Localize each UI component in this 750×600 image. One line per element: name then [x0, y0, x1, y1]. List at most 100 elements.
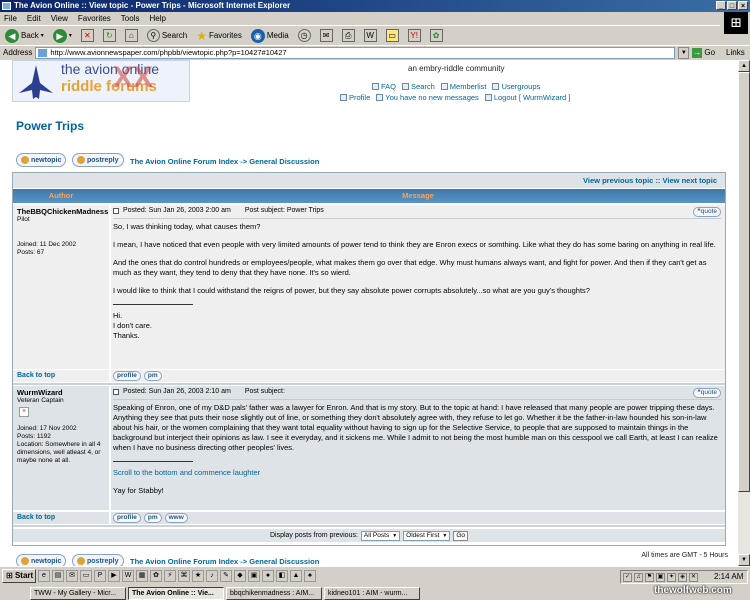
- app-icon[interactable]: ◧: [276, 570, 288, 582]
- post-1-back-to-top[interactable]: Back to top: [13, 370, 109, 382]
- app-icon[interactable]: ◆: [234, 570, 246, 582]
- nav-messages[interactable]: You have no new messages: [376, 93, 479, 102]
- app-icon[interactable]: ♪: [206, 570, 218, 582]
- start-button[interactable]: ⊞ Start: [2, 569, 36, 583]
- tray-icon[interactable]: ◈: [678, 572, 687, 582]
- back-button[interactable]: ◀ Back ▾: [3, 27, 46, 45]
- mail-button[interactable]: ✉: [318, 27, 335, 45]
- post-reply-button[interactable]: postreply: [72, 153, 124, 167]
- scroll-down-icon[interactable]: ▼: [738, 554, 750, 566]
- app-icon[interactable]: ✎: [220, 570, 232, 582]
- app-icon[interactable]: ●: [262, 570, 274, 582]
- address-dropdown-button[interactable]: ▼: [678, 46, 690, 59]
- winamp-icon[interactable]: ⚡: [164, 570, 176, 582]
- post-1-profile-button[interactable]: profile: [113, 371, 141, 381]
- scroll-thumb[interactable]: [738, 72, 750, 492]
- print-button[interactable]: ⎙: [340, 27, 357, 45]
- post-2-quote-button[interactable]: ❝quote: [693, 388, 721, 398]
- mail-icon[interactable]: ✉: [66, 570, 78, 582]
- go-button[interactable]: → Go: [692, 47, 715, 58]
- app-icon[interactable]: ▲: [290, 570, 302, 582]
- post-2-header: Posted: Sun Jan 26, 2003 2:10 am Post su…: [113, 388, 285, 395]
- view-next-topic-link[interactable]: View next topic: [663, 176, 717, 185]
- post-2-signature-link[interactable]: Scroll to the bottom and commence laught…: [113, 468, 719, 478]
- search-button[interactable]: ⚲ Search: [145, 27, 189, 45]
- maximize-button[interactable]: □: [727, 1, 737, 10]
- network-icon[interactable]: ⌘: [178, 570, 190, 582]
- minimize-button[interactable]: _: [716, 1, 726, 10]
- refresh-button[interactable]: ↻: [101, 27, 118, 45]
- post-2-pm-button[interactable]: pm: [143, 513, 162, 523]
- media-icon[interactable]: ▶: [108, 570, 120, 582]
- post-2-www-button[interactable]: www: [164, 513, 188, 523]
- aim-icon[interactable]: ✿: [150, 570, 162, 582]
- menu-view[interactable]: View: [51, 14, 68, 23]
- menu-file[interactable]: File: [4, 14, 17, 23]
- task-button[interactable]: bbqchikenmadness : AIM...: [226, 587, 322, 600]
- breadcrumb-forum[interactable]: General Discussion: [249, 557, 319, 566]
- logout-icon: [484, 94, 492, 101]
- tray-icon[interactable]: ♫: [634, 572, 643, 582]
- nav-memberlist[interactable]: Memberlist: [440, 82, 486, 91]
- display-order-select[interactable]: Oldest First ▼: [403, 530, 451, 541]
- nav-search[interactable]: Search: [402, 82, 435, 91]
- task-button[interactable]: kidneo101 : AIM - wurm...: [324, 587, 420, 600]
- menu-favorites[interactable]: Favorites: [78, 14, 111, 23]
- new-topic-button-bottom[interactable]: newtopic: [16, 554, 67, 566]
- nav-faq[interactable]: FAQ: [372, 82, 396, 91]
- tray-icon[interactable]: ✓: [623, 572, 632, 582]
- browser-toolbar: ◀ Back ▾ ▶ ▾ ✕ ↻ ⌂ ⚲ Search ★ Favorites ◉ Medi…: [0, 25, 720, 45]
- app-icon[interactable]: ▣: [248, 570, 260, 582]
- photoshop-icon[interactable]: P: [94, 570, 106, 582]
- post-2-profile-button[interactable]: profile: [113, 513, 141, 523]
- breadcrumb-index[interactable]: The Avion Online Forum Index: [130, 157, 238, 166]
- folder-icon[interactable]: ▦: [136, 570, 148, 582]
- view-previous-topic-link[interactable]: View previous topic: [583, 176, 653, 185]
- forward-button[interactable]: ▶ ▾: [51, 27, 74, 45]
- tray-icon[interactable]: ✦: [667, 572, 676, 582]
- post-reply-button-bottom[interactable]: postreply: [72, 554, 124, 566]
- aim-button[interactable]: ✿: [428, 27, 445, 45]
- menu-tools[interactable]: Tools: [121, 14, 140, 23]
- messages-icon: [376, 94, 384, 101]
- app-icon[interactable]: ★: [192, 570, 204, 582]
- post-1-pm-button[interactable]: pm: [143, 371, 162, 381]
- tray-icon[interactable]: ⚑: [645, 572, 654, 582]
- task-button[interactable]: TWW - My Gallery - Micr...: [30, 587, 126, 600]
- vertical-scrollbar[interactable]: ▲ ▼: [738, 60, 750, 566]
- display-go-button[interactable]: Go: [453, 530, 469, 541]
- display-days-select[interactable]: All Posts ▼: [360, 530, 401, 541]
- address-input[interactable]: http://www.avionnewspaper.com/phpbb/view…: [35, 46, 676, 59]
- favorites-button[interactable]: ★ Favorites: [194, 27, 244, 45]
- history-button[interactable]: ◷: [296, 27, 313, 45]
- links-button[interactable]: Links: [726, 48, 745, 57]
- task-button-active[interactable]: The Avion Online :: Vie...: [128, 587, 224, 600]
- word-icon[interactable]: W: [122, 570, 134, 582]
- discuss-button[interactable]: ▭: [384, 27, 401, 45]
- nav-profile[interactable]: Profile: [340, 93, 370, 102]
- app-icon[interactable]: ♠: [304, 570, 316, 582]
- scroll-up-icon[interactable]: ▲: [738, 60, 750, 72]
- menu-edit[interactable]: Edit: [27, 14, 41, 23]
- post-1-quote-button[interactable]: ❝quote: [693, 207, 721, 217]
- menu-help[interactable]: Help: [149, 14, 165, 23]
- breadcrumb-index[interactable]: The Avion Online Forum Index: [130, 557, 238, 566]
- stop-button[interactable]: ✕: [79, 27, 96, 45]
- tray-icon[interactable]: ▣: [656, 572, 665, 582]
- close-button[interactable]: ×: [738, 1, 748, 10]
- tray-icon[interactable]: ✕: [689, 572, 698, 582]
- explorer-icon[interactable]: ▤: [52, 570, 64, 582]
- media-button[interactable]: ◉ Media: [249, 27, 291, 45]
- post-2-back-to-top[interactable]: Back to top: [13, 512, 109, 524]
- new-topic-button[interactable]: newtopic: [16, 153, 67, 167]
- ie-icon[interactable]: e: [38, 570, 50, 582]
- breadcrumb-forum[interactable]: General Discussion: [249, 157, 319, 166]
- nav-logout[interactable]: Logout [ WurmWizard ]: [484, 93, 570, 102]
- home-button[interactable]: ⌂: [123, 27, 140, 45]
- site-logo[interactable]: the avion online riddle forums XX: [12, 60, 190, 102]
- edit-button[interactable]: W: [362, 27, 379, 45]
- topic-title[interactable]: Power Trips: [16, 119, 84, 133]
- messenger-button[interactable]: Y!: [406, 27, 423, 45]
- nav-usergroups[interactable]: Usergroups: [492, 82, 540, 91]
- desktop-icon[interactable]: ▭: [80, 570, 92, 582]
